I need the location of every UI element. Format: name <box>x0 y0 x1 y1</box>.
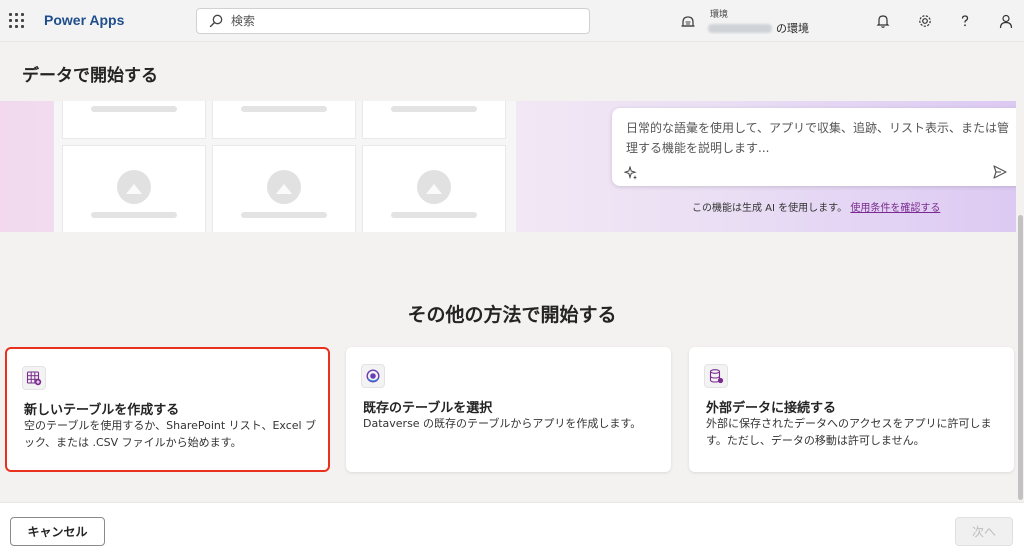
card-description: Dataverse の既存のテーブルからアプリを作成します。 <box>363 417 642 430</box>
environment-icon <box>681 16 695 27</box>
card-create-new-table[interactable]: 新しいテーブルを作成する 空のテーブルを使用するか、SharePoint リスト… <box>5 347 330 472</box>
terms-link[interactable]: 使用条件を確認する <box>850 203 940 214</box>
next-button[interactable]: 次へ <box>955 517 1013 546</box>
environment-label: 環境 <box>710 10 729 20</box>
card-select-existing-table[interactable]: 既存のテーブルを選択 Dataverse の既存のテーブルからアプリを作成します… <box>346 347 671 472</box>
search-input[interactable] <box>231 14 571 28</box>
sparkle-icon[interactable] <box>623 165 638 184</box>
template-preview-tile <box>212 145 356 232</box>
environment-name-redacted <box>708 23 772 33</box>
template-preview-tile <box>62 101 206 139</box>
search-icon <box>209 14 223 28</box>
environment-suffix: の環境 <box>776 22 809 35</box>
page-title: データで開始する <box>22 66 158 86</box>
table-add-icon <box>22 366 46 390</box>
search-box[interactable] <box>196 8 590 34</box>
app-name[interactable]: Power Apps <box>44 12 124 28</box>
cancel-button[interactable]: キャンセル <box>10 517 105 546</box>
ai-notice: この機能は生成 AI を使用します。 使用条件を確認する <box>692 199 940 214</box>
waffle-icon[interactable] <box>9 13 25 29</box>
card-title: 新しいテーブルを作成する <box>24 403 180 418</box>
copilot-prompt-input[interactable]: 日常的な語彙を使用して、アプリで収集、追跡、リスト表示、または管理する機能を説明… <box>626 118 1016 158</box>
template-preview-grid <box>54 101 516 232</box>
dataverse-icon <box>361 364 385 388</box>
person-icon[interactable] <box>996 11 1016 31</box>
card-description: 空のテーブルを使用するか、SharePoint リスト、Excel ブック、また… <box>24 419 317 449</box>
template-preview-tile <box>362 101 506 139</box>
help-icon[interactable] <box>955 11 975 31</box>
send-icon[interactable] <box>992 164 1008 184</box>
top-bar: Power Apps 環境 の環境 <box>0 0 1024 42</box>
card-title: 外部データに接続する <box>706 401 837 416</box>
hero-band: 日常的な語彙を使用して、アプリで収集、追跡、リスト表示、または管理する機能を説明… <box>0 101 1024 232</box>
environment-name: の環境 <box>708 20 809 36</box>
gear-icon[interactable] <box>915 11 935 31</box>
bell-icon[interactable] <box>873 11 893 31</box>
template-preview-tile <box>212 101 356 139</box>
ai-notice-text: この機能は生成 AI を使用します。 <box>692 203 848 214</box>
scrollbar-thumb[interactable] <box>1018 215 1023 500</box>
card-title: 既存のテーブルを選択 <box>363 401 493 416</box>
template-preview-tile <box>62 145 206 232</box>
card-connect-external-data[interactable]: 外部データに接続する 外部に保存されたデータへのアクセスをアプリに許可します。た… <box>689 347 1014 472</box>
template-preview-tile <box>362 145 506 232</box>
database-link-icon <box>704 364 728 388</box>
footer-bar: キャンセル 次へ <box>0 502 1024 555</box>
section-title: その他の方法で開始する <box>407 304 617 326</box>
copilot-prompt-box[interactable]: 日常的な語彙を使用して、アプリで収集、追跡、リスト表示、または管理する機能を説明… <box>612 108 1022 186</box>
card-description: 外部に保存されたデータへのアクセスをアプリに許可します。ただし、データの移動は許… <box>706 417 992 447</box>
